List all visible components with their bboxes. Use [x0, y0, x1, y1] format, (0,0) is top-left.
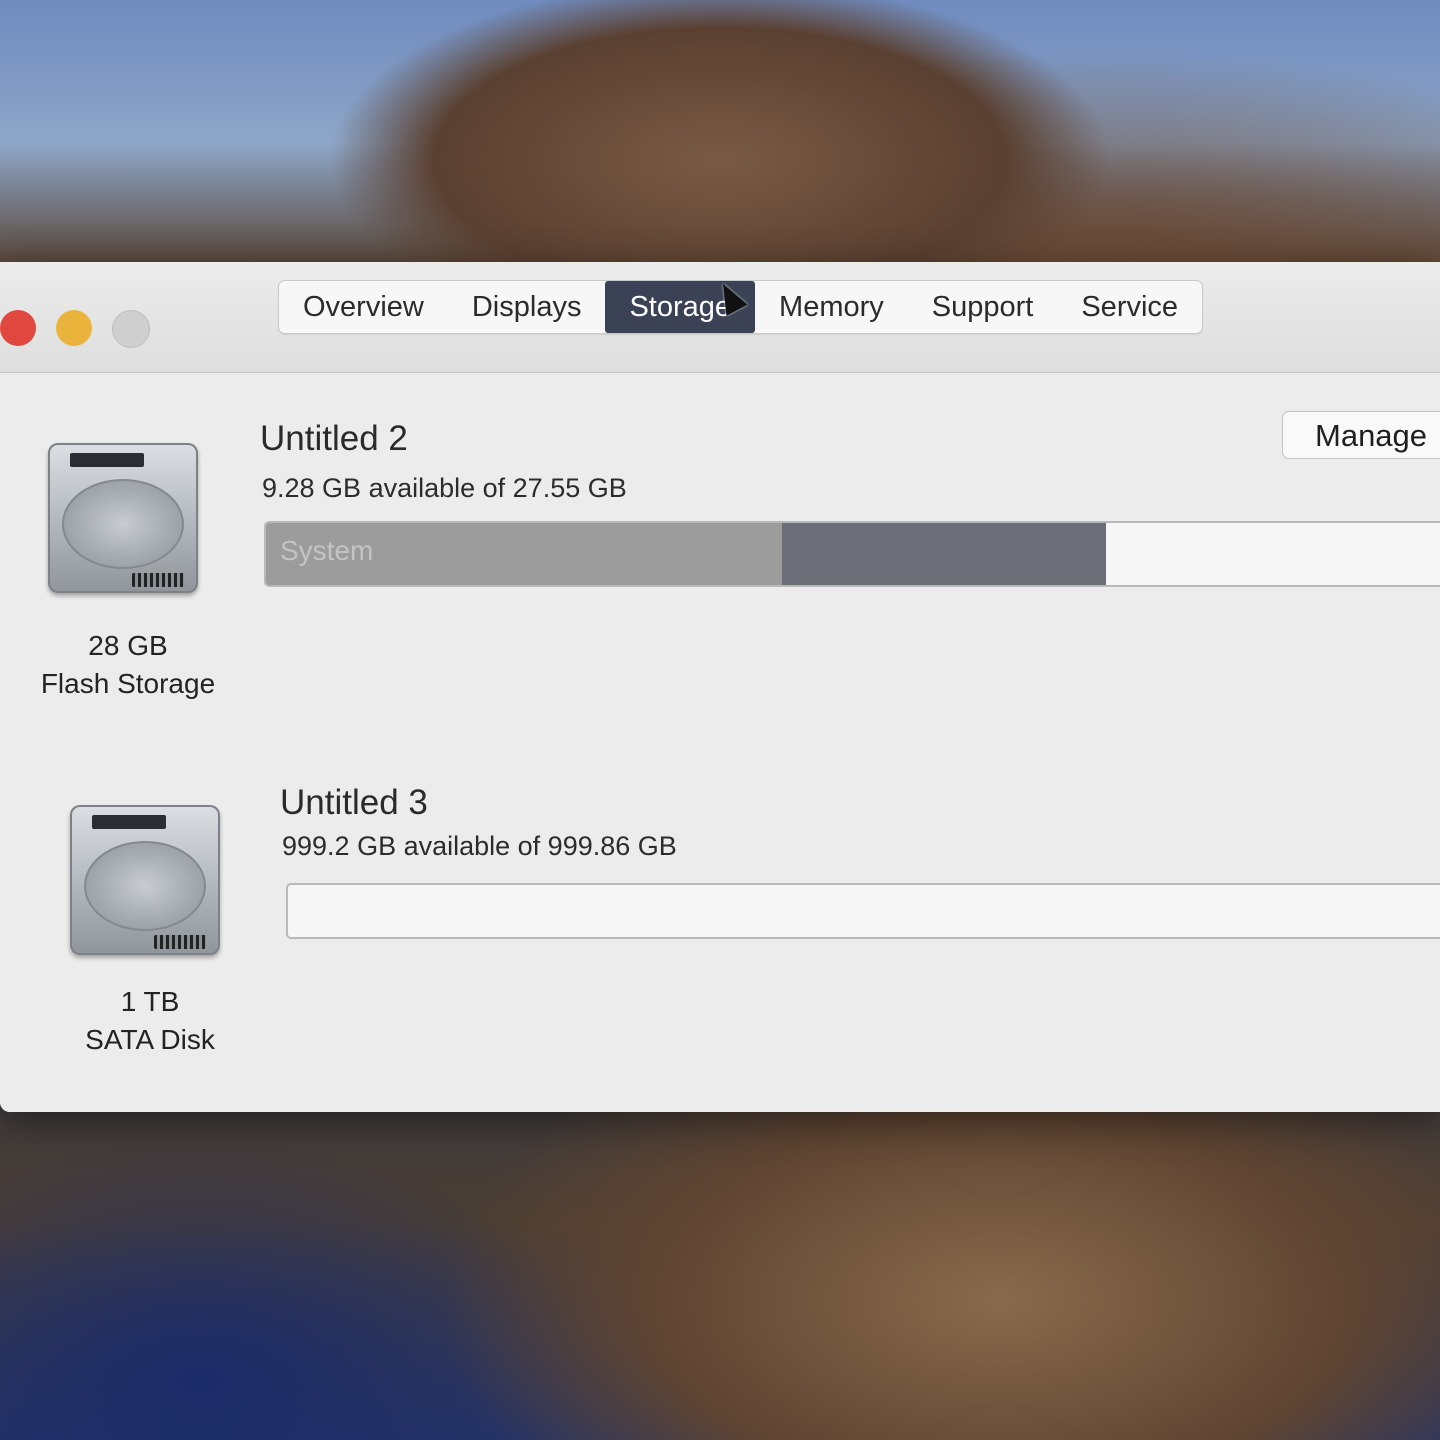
drive-type: Flash Storage [40, 668, 216, 699]
volume-available: 9.28 GB available of 27.55 GB [262, 473, 627, 503]
storage-segment-system[interactable]: System [266, 523, 782, 585]
zoom-window-button[interactable] [112, 310, 150, 348]
hard-drive-icon [70, 805, 220, 955]
drive-capacity: 28 GB [88, 630, 168, 661]
manage-button[interactable]: Manage [1282, 411, 1440, 459]
volume-available: 999.2 GB available of 999.86 GB [282, 831, 677, 861]
tab-service[interactable]: Service [1057, 281, 1202, 333]
segment-label: System [280, 535, 374, 566]
storage-usage-bar[interactable]: System [264, 521, 1440, 587]
tab-displays[interactable]: Displays [448, 281, 606, 333]
tab-memory[interactable]: Memory [755, 281, 908, 333]
hard-drive-icon [48, 443, 198, 593]
minimize-window-button[interactable] [56, 310, 92, 346]
storage-panel: 28 GB Flash Storage Untitled 2 9.28 GB a… [0, 373, 1440, 1112]
tab-overview[interactable]: Overview [279, 281, 448, 333]
tab-support[interactable]: Support [908, 281, 1058, 333]
drive-capacity: 1 TB [120, 986, 180, 1017]
about-this-mac-window: Overview Displays Storage Memory Support… [0, 262, 1440, 1112]
volume-name: Untitled 2 [260, 419, 408, 458]
storage-usage-bar[interactable] [286, 883, 1440, 939]
window-titlebar: Overview Displays Storage Memory Support… [0, 262, 1440, 373]
close-window-button[interactable] [0, 310, 36, 346]
storage-segment-other[interactable] [782, 523, 1106, 585]
volume-name: Untitled 3 [280, 783, 428, 822]
drive-type: SATA Disk [85, 1024, 215, 1055]
